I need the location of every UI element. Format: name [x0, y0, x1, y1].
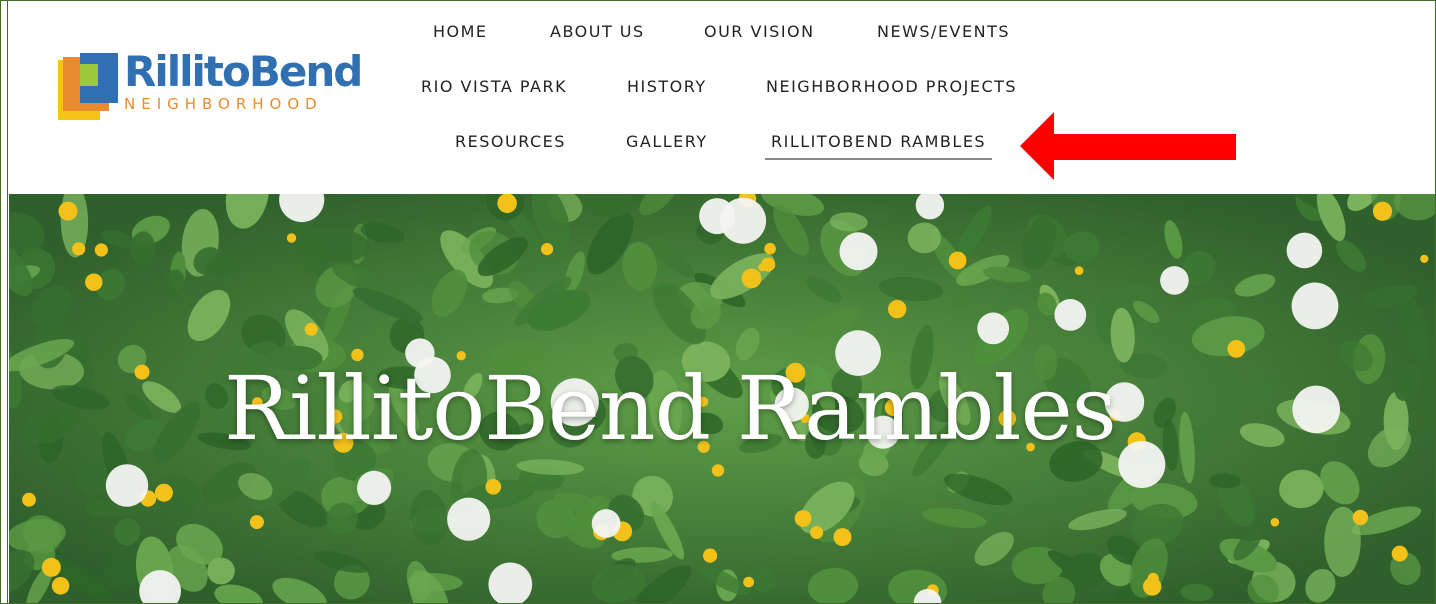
outer-frame: [0, 0, 1436, 604]
